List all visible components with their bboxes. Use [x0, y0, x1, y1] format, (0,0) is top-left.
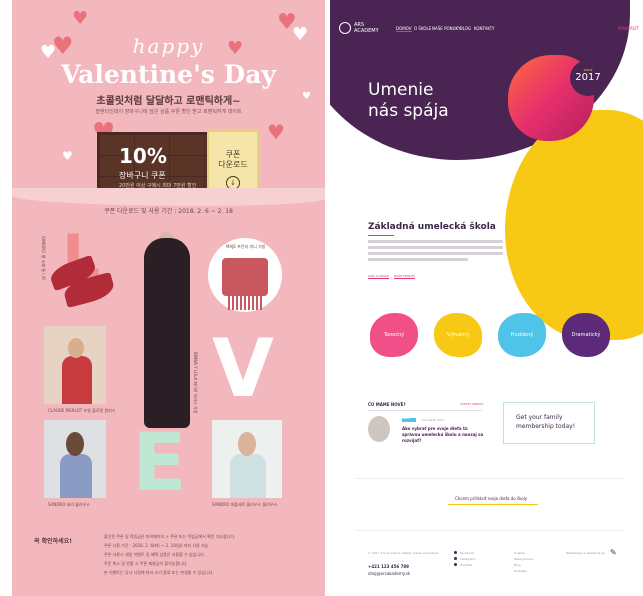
- footer-social-link[interactable]: Instagram: [460, 557, 475, 561]
- heart-icon: ♥: [267, 120, 285, 144]
- product-caption: MAJE 프린지 미니 가방: [226, 244, 266, 249]
- promo-title: Valentine's Day: [61, 60, 276, 89]
- login-link[interactable]: PRIHLÁSIŤ: [618, 26, 639, 31]
- notice-line: 쿠폰 사용 기간 : 2018. 2. 6(화) ~ 2. 18(일) 까지 사…: [104, 543, 209, 548]
- slider-dot[interactable]: [374, 168, 378, 172]
- news-title[interactable]: Ako vybrať pre svoje dieťa tú správnu um…: [402, 426, 486, 444]
- text-line: [368, 240, 503, 243]
- heart-icon: ♥: [62, 149, 73, 163]
- since-badge: SINCE 2017: [570, 60, 606, 96]
- notice-line: 쿠폰 사용시 세일 이벤트 등 혜택 상품은 사용할 수 없습니다.: [104, 552, 206, 557]
- footer-link[interactable]: Blog: [514, 563, 521, 567]
- nav-nase-ponuky[interactable]: NAŠE PONUKY: [432, 26, 460, 31]
- coupon-label: 장바구니 쿠폰: [119, 171, 166, 180]
- logo-icon: [339, 22, 351, 34]
- notice-title: 꼭 확인하세요!: [34, 538, 72, 545]
- dept-dramaticky[interactable]: Dramatický: [562, 313, 610, 357]
- news-heading: ČO MÁME NOVÉ?: [368, 402, 406, 407]
- blouse-photo[interactable]: [212, 420, 282, 498]
- enroll-cta[interactable]: Chcem prihlásiť svoje dieťa do školy: [455, 496, 527, 501]
- divider: [355, 530, 625, 531]
- drip-decoration: [12, 188, 325, 206]
- since-year: 2017: [575, 72, 601, 83]
- brush-icon: ✎: [610, 548, 617, 557]
- site-logo[interactable]: ARS ACADEMY: [354, 22, 382, 34]
- hero-line-1: Umenie: [368, 80, 434, 100]
- news-divider: [368, 410, 482, 411]
- divider: [355, 478, 625, 479]
- nav-kontakty[interactable]: KONTAKTY: [474, 26, 495, 31]
- nav-blog[interactable]: BLOG: [460, 26, 471, 31]
- notice-line: 본 이벤트는 당사 사정에 따라 조기 종료 또는 변경될 수 있습니다.: [104, 570, 214, 575]
- nav-domov[interactable]: DOMOV: [396, 26, 412, 32]
- footer-email[interactable]: ahoj@arsakademy.sk: [368, 571, 410, 576]
- promo-headline: 초콜릿처럼 달달하고 로맨틱하게~: [96, 96, 241, 107]
- footer-social-link[interactable]: Facebook: [460, 551, 474, 555]
- letter-v: V: [212, 322, 274, 415]
- text-line: [368, 252, 503, 255]
- link-nase-ponuky[interactable]: NAŠE PONUKY: [394, 274, 416, 279]
- coupon-percent: 10%: [119, 144, 167, 168]
- hero-heading: Umenie nás spája: [368, 80, 449, 122]
- product-caption: BIMBA Y LOLA 파이버 브라스 가방: [193, 352, 198, 414]
- family-text: Get your family membership today!: [516, 414, 576, 430]
- dept-hudobny[interactable]: Hudobný: [498, 313, 546, 357]
- hero-line-2: nás spája: [368, 101, 449, 121]
- notice-line: 할인된 쿠폰 및 적립금은 마이페이지 > 쿠폰 또는 적립금에서 확인 가능합…: [104, 534, 236, 539]
- facebook-icon[interactable]: [454, 551, 457, 554]
- footer-link[interactable]: Kontakty: [514, 569, 527, 573]
- title-underline: [368, 235, 394, 236]
- all-news-link[interactable]: VŠETKY SPRÁVY: [460, 402, 484, 406]
- knit-sweater-photo[interactable]: [44, 420, 106, 498]
- happy-script: happy: [132, 34, 205, 58]
- floral-dress-photo[interactable]: [44, 326, 106, 404]
- family-membership-card[interactable]: Get your family membership today!: [503, 402, 595, 444]
- youtube-icon[interactable]: [454, 563, 457, 566]
- text-line: [368, 258, 468, 261]
- news-date: 24 marec 2017: [422, 418, 445, 422]
- section-title: Základná umelecká škola: [368, 222, 496, 232]
- footer-social-link[interactable]: YouTube: [460, 563, 472, 567]
- footer-copyright: © 2017 Ars Academy. Všetky práva vyhrade…: [368, 551, 440, 555]
- model-image[interactable]: [144, 238, 190, 428]
- heart-icon: ♥: [72, 8, 89, 29]
- footer-link[interactable]: O škole: [514, 551, 525, 555]
- product-caption: CLAUDE PIERLOT 프릴 플로럴 원피스: [48, 408, 116, 413]
- dept-tanecny[interactable]: Tanečný: [370, 313, 418, 357]
- notice-line: 주문 취소 및 반품 시 쿠폰 재발급이 불가능합니다.: [104, 561, 188, 566]
- coupon-period: 쿠폰 다운로드 및 사용 기간 : 2018. 2. 6 ~ 2. 18: [104, 208, 233, 215]
- cta-underline: [448, 504, 538, 505]
- nav-o-skole[interactable]: O ŠKOLE: [414, 26, 431, 31]
- footer-credit: Webdesign a realizácia by: [566, 551, 606, 555]
- coupon-download-label: 쿠폰 다운로드: [218, 150, 248, 169]
- footer-link[interactable]: Naše ponuky: [514, 557, 533, 561]
- text-line: [368, 246, 503, 249]
- link-viac-o-skole[interactable]: VIAC O ŠKOLE: [368, 274, 389, 279]
- ars-academy-panel: ARS ACADEMY DOMOV O ŠKOLE NAŠE PONUKY BL…: [330, 0, 643, 596]
- fringe-bag-image[interactable]: [222, 258, 268, 296]
- fringe-bag-image: [228, 296, 262, 310]
- product-caption: SANDRO 테리 블라우스: [48, 502, 90, 507]
- product-caption: SANDRO 퍼플레트 블라우스 블라우스: [212, 502, 278, 507]
- footer-phone[interactable]: +421 123 456 789: [368, 564, 409, 569]
- instagram-icon[interactable]: [454, 557, 457, 560]
- news-avatar: [368, 416, 390, 442]
- product-caption: SANDRO 벨 소매 울 니트: [41, 236, 46, 281]
- promo-subheadline: 발렌타인데이 장바구니에 담은 상품 쿠폰 할인 받고 로맨틱하게 데이트: [95, 109, 242, 115]
- dept-vytvarny[interactable]: Výtvarný: [434, 313, 482, 357]
- valentines-promo-panel: ♥ ♥ ♥ ♥ ♥ ♥ ♥ ♥ ♥ ♥ happy Valentine's Da…: [12, 0, 325, 596]
- letter-e: E: [132, 416, 187, 509]
- news-tag: UMENIE: [402, 418, 416, 422]
